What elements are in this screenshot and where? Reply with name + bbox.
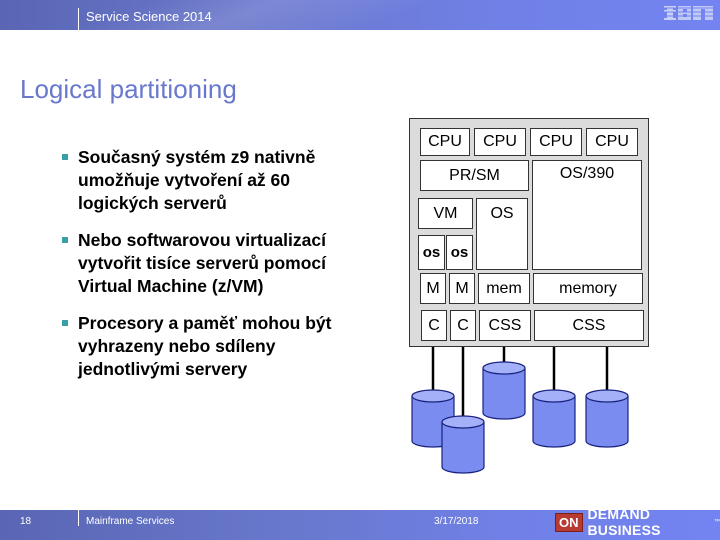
- vm-box: VM: [418, 198, 473, 229]
- mem-box: mem: [478, 273, 530, 304]
- ibm-logo: [664, 6, 714, 20]
- on-demand-business-logo: ON DEMAND BUSINESS ™: [555, 506, 720, 538]
- storage-disk-icon: [585, 389, 629, 448]
- css-box: CSS: [479, 310, 531, 341]
- cpu-box: CPU: [474, 128, 526, 156]
- cpu-box: CPU: [420, 128, 470, 156]
- storage-disk-icon: [411, 389, 455, 448]
- footer-divider: [78, 510, 79, 526]
- os390-box: OS/390: [532, 160, 642, 270]
- bullet-line: logických serverů: [78, 193, 227, 213]
- channel-box: C: [450, 310, 476, 341]
- memory-box: memory: [533, 273, 643, 304]
- footer-text: Mainframe Services: [86, 516, 175, 527]
- bullet-line: vyhrazeny nebo sdíleny: [78, 336, 276, 356]
- brand-on-badge: ON: [555, 512, 583, 532]
- bullet-marker-icon: [62, 154, 68, 160]
- footer-date: 3/17/2018: [434, 516, 479, 527]
- bullet-marker-icon: [62, 320, 68, 326]
- lpar-diagram-panel: CPU CPU CPU CPU PR/SM OS/390 VM OS os os…: [409, 118, 649, 347]
- os-box: OS: [476, 198, 528, 270]
- bullet-line: umožňuje vytvoření až 60: [78, 170, 291, 190]
- page-number: 18: [20, 516, 32, 527]
- bullet-item: Procesory a paměť mohou být vyhrazeny ne…: [62, 312, 382, 381]
- vm-memory-box: M: [420, 273, 446, 304]
- css-box: CSS: [534, 310, 644, 341]
- prsm-box: PR/SM: [420, 160, 529, 191]
- channel-box: C: [421, 310, 447, 341]
- guest-os-box: os: [418, 235, 445, 270]
- bullet-line: Nebo softwarovou virtualizací: [78, 230, 326, 250]
- vm-memory-box: M: [449, 273, 475, 304]
- storage-disk-icon: [532, 389, 576, 448]
- cpu-box: CPU: [530, 128, 582, 156]
- storage-disk-icon: [482, 361, 526, 420]
- bullet-line: Současný systém z9 nativně: [78, 147, 316, 167]
- header-title: Service Science 2014: [86, 9, 212, 24]
- slide-title: Logical partitioning: [20, 74, 237, 104]
- bullet-line: jednotlivými servery: [78, 359, 248, 379]
- brand-text: DEMAND BUSINESS: [587, 506, 661, 538]
- guest-os-box: os: [446, 235, 473, 270]
- bullet-marker-icon: [62, 237, 68, 243]
- bullet-list: Současný systém z9 nativně umožňuje vytv…: [62, 146, 382, 395]
- trademark-mark: ™: [714, 519, 720, 525]
- bullet-item: Nebo softwarovou virtualizací vytvořit t…: [62, 229, 382, 298]
- header-divider: [78, 8, 79, 30]
- bullet-line: vytvořit tisíce serverů pomocí: [78, 253, 327, 273]
- bullet-line: Virtual Machine (z/VM): [78, 276, 264, 296]
- bullet-item: Současný systém z9 nativně umožňuje vytv…: [62, 146, 382, 215]
- storage-disk-icon: [441, 415, 485, 474]
- bullet-line: Procesory a paměť mohou být: [78, 313, 332, 333]
- cpu-box: CPU: [586, 128, 638, 156]
